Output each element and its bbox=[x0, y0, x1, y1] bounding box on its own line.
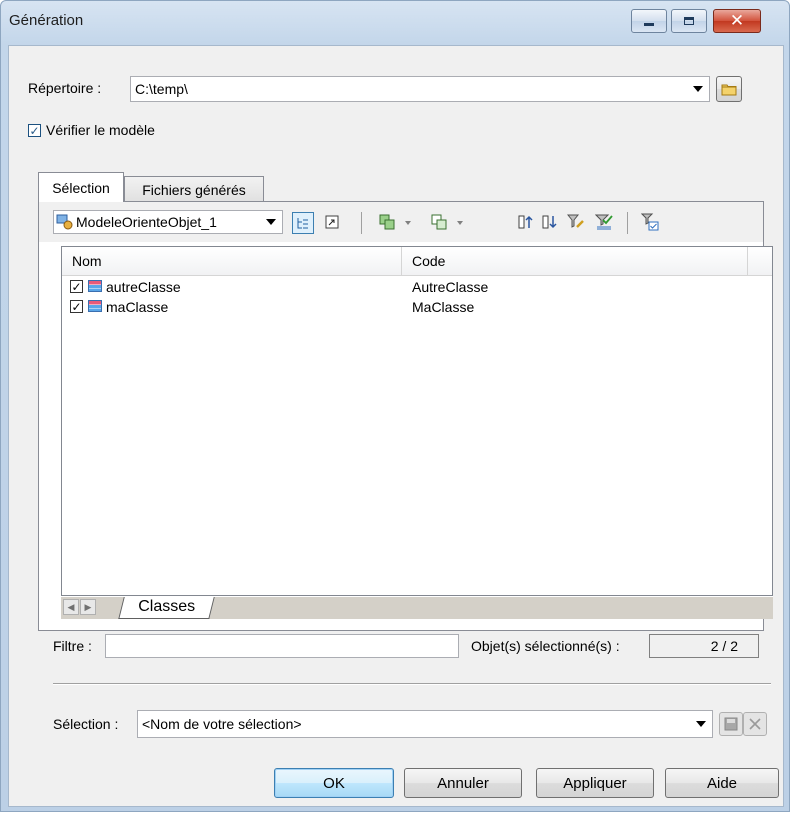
check-model-checkbox[interactable]: ✓ bbox=[28, 124, 41, 137]
move-up-icon[interactable] bbox=[517, 213, 535, 231]
checkmark-icon: ✓ bbox=[29, 123, 40, 138]
row-name: maClasse bbox=[106, 299, 169, 315]
row-checkbox[interactable]: ✓ bbox=[70, 300, 83, 313]
selection-value: <Nom de votre sélection> bbox=[142, 716, 302, 732]
minimize-button[interactable] bbox=[631, 9, 667, 33]
chevron-down-icon bbox=[696, 721, 706, 727]
row-checkbox[interactable]: ✓ bbox=[70, 280, 83, 293]
filter-label: Filtre : bbox=[53, 638, 92, 654]
tab-generated-files[interactable]: Fichiers générés bbox=[124, 176, 264, 202]
directory-value: C:\temp\ bbox=[135, 81, 188, 97]
tree-view-icon[interactable] bbox=[292, 212, 314, 234]
window-title: Génération bbox=[9, 12, 84, 29]
maximize-icon bbox=[684, 17, 694, 25]
deselect-all-icon[interactable] bbox=[431, 213, 449, 231]
checkmark-icon: ✓ bbox=[71, 299, 82, 314]
directory-label: Répertoire : bbox=[28, 80, 102, 96]
minimize-icon bbox=[644, 22, 654, 26]
row-code: MaClasse bbox=[412, 299, 475, 315]
dialog-client-area: Répertoire : C:\temp\ ✓ Vérifier le modè… bbox=[8, 45, 784, 807]
apply-button[interactable]: Appliquer bbox=[536, 768, 654, 798]
move-down-icon[interactable] bbox=[541, 213, 559, 231]
grid-header: Nom Code bbox=[62, 247, 772, 276]
filter-edit-icon[interactable] bbox=[567, 213, 585, 231]
toolbar-separator bbox=[627, 212, 628, 234]
delete-icon bbox=[749, 718, 761, 730]
selection-label: Sélection : bbox=[53, 716, 119, 732]
selection-combo[interactable]: <Nom de votre sélection> bbox=[137, 710, 713, 738]
toolbar-separator bbox=[361, 212, 362, 234]
folder-icon bbox=[721, 84, 737, 96]
model-selector-value: ModeleOrienteObjet_1 bbox=[76, 214, 217, 230]
deselect-all-dropdown-icon[interactable] bbox=[457, 221, 463, 225]
arrow-left-icon: ◀ bbox=[67, 601, 75, 612]
select-all-dropdown-icon[interactable] bbox=[405, 221, 411, 225]
divider bbox=[53, 683, 771, 685]
sheet-tab-classes[interactable]: Classes bbox=[118, 597, 215, 619]
table-row[interactable]: ✓ autreClasse AutreClasse bbox=[62, 277, 772, 297]
column-header-code[interactable]: Code bbox=[402, 247, 748, 275]
check-model-label: Vérifier le modèle bbox=[46, 122, 155, 138]
selected-count-label: Objet(s) sélectionné(s) : bbox=[471, 638, 620, 654]
save-selection-button[interactable] bbox=[719, 712, 743, 736]
select-all-icon[interactable] bbox=[379, 213, 397, 231]
filter-apply-icon[interactable] bbox=[595, 213, 613, 231]
selected-count-value: 2 / 2 bbox=[649, 634, 759, 658]
sheet-tab-bar: ◀ ▶ Classes bbox=[61, 596, 773, 619]
maximize-button[interactable] bbox=[671, 9, 707, 33]
help-button[interactable]: Aide bbox=[665, 768, 779, 798]
save-icon bbox=[724, 717, 738, 731]
class-icon bbox=[88, 280, 102, 292]
chevron-down-icon bbox=[693, 86, 703, 92]
tab-panel-selection: ModeleOrienteObjet_1 Nom Code ✓ autreCla… bbox=[38, 201, 773, 631]
table-row[interactable]: ✓ maClasse MaClasse bbox=[62, 297, 772, 317]
filter-check-icon[interactable] bbox=[641, 213, 659, 231]
new-window-icon[interactable] bbox=[323, 213, 341, 231]
row-code: AutreClasse bbox=[412, 279, 489, 295]
filter-input[interactable] bbox=[105, 634, 459, 658]
selection-toolbar: ModeleOrienteObjet_1 bbox=[39, 202, 763, 242]
column-header-name[interactable]: Nom bbox=[62, 247, 402, 275]
arrow-right-icon: ▶ bbox=[84, 601, 92, 612]
model-icon bbox=[56, 214, 73, 230]
scroll-left-button[interactable]: ◀ bbox=[63, 599, 79, 615]
directory-combo[interactable]: C:\temp\ bbox=[130, 76, 710, 102]
class-icon bbox=[88, 300, 102, 312]
checkmark-icon: ✓ bbox=[71, 279, 82, 294]
cancel-button[interactable]: Annuler bbox=[404, 768, 522, 798]
ok-button[interactable]: OK bbox=[274, 768, 394, 798]
browse-folder-button[interactable] bbox=[716, 76, 742, 102]
delete-selection-button[interactable] bbox=[743, 712, 767, 736]
row-name: autreClasse bbox=[106, 279, 181, 295]
dialog-window: Génération ✕ Répertoire : C:\temp\ ✓ Vér… bbox=[0, 0, 790, 812]
tab-selection[interactable]: Sélection bbox=[38, 172, 124, 202]
close-icon: ✕ bbox=[729, 11, 745, 30]
chevron-down-icon bbox=[266, 219, 276, 225]
scroll-right-button[interactable]: ▶ bbox=[80, 599, 96, 615]
model-selector[interactable]: ModeleOrienteObjet_1 bbox=[53, 210, 283, 234]
objects-grid: Nom Code ✓ autreClasse AutreClasse ✓ maC… bbox=[61, 246, 773, 596]
title-bar[interactable]: Génération ✕ bbox=[1, 1, 789, 45]
close-button[interactable]: ✕ bbox=[713, 9, 761, 33]
